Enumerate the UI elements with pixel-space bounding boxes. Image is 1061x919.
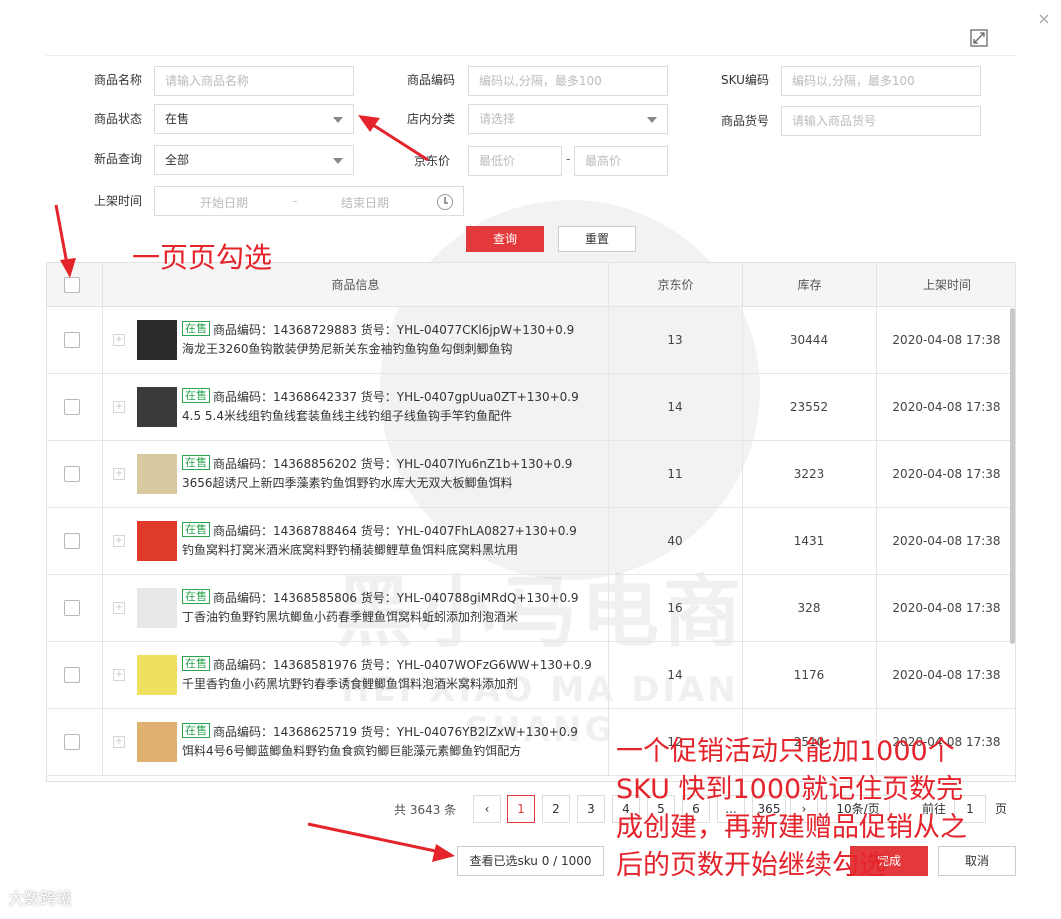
annotation-arrows [54,115,455,862]
arrow-to-status-select [358,115,429,162]
select-products-dialog: 黑小马电商 HEI XIAO MA DIAN SHANG × 商品名称 请输入商… [0,0,1061,919]
arrow-to-view-selected [307,822,455,862]
arrow-to-select-all [54,204,76,278]
corner-logo: 大数跨境 [8,889,73,908]
